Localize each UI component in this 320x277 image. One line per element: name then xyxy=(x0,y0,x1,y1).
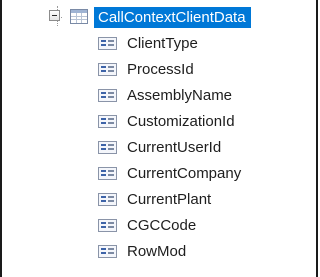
tree-item-customizationid[interactable]: CustomizationId xyxy=(98,109,308,135)
tree-item-label: CurrentPlant xyxy=(127,191,212,208)
tree-item-label: AssemblyName xyxy=(127,87,233,104)
tree-item-cgccode[interactable]: CGCCode xyxy=(98,213,308,239)
tree-root-node-label[interactable]: CallContextClientData xyxy=(94,7,251,28)
field-icon xyxy=(98,89,117,102)
collapse-toggle-icon[interactable] xyxy=(49,10,60,21)
tree-item-assemblyname[interactable]: AssemblyName xyxy=(98,83,308,109)
tree-item-processid[interactable]: ProcessId xyxy=(98,57,308,83)
table-icon xyxy=(70,9,88,24)
tree-item-label: CGCCode xyxy=(127,217,197,234)
tree-item-currentplant[interactable]: CurrentPlant xyxy=(98,187,308,213)
tree-item-label: CurrentUserId xyxy=(127,139,222,156)
tree-item-label: CurrentCompany xyxy=(127,165,242,182)
field-icon xyxy=(98,219,117,232)
tree-view-panel: CallContextClientData ClientType Process… xyxy=(0,0,318,277)
field-icon xyxy=(98,167,117,180)
field-icon xyxy=(98,63,117,76)
field-icon xyxy=(98,245,117,258)
field-icon xyxy=(98,141,117,154)
tree-item-clienttype[interactable]: ClientType xyxy=(98,31,308,57)
tree-item-rowmod[interactable]: RowMod xyxy=(98,239,308,265)
tree-item-label: ProcessId xyxy=(127,61,194,78)
tree-item-label: RowMod xyxy=(127,243,187,260)
tree-item-label: ClientType xyxy=(127,35,198,52)
tree-item-label: CustomizationId xyxy=(127,113,235,130)
tree-item-currentuserid[interactable]: CurrentUserId xyxy=(98,135,308,161)
tree-item-currentcompany[interactable]: CurrentCompany xyxy=(98,161,308,187)
field-icon xyxy=(98,115,117,128)
field-icon xyxy=(98,37,117,50)
field-icon xyxy=(98,193,117,206)
